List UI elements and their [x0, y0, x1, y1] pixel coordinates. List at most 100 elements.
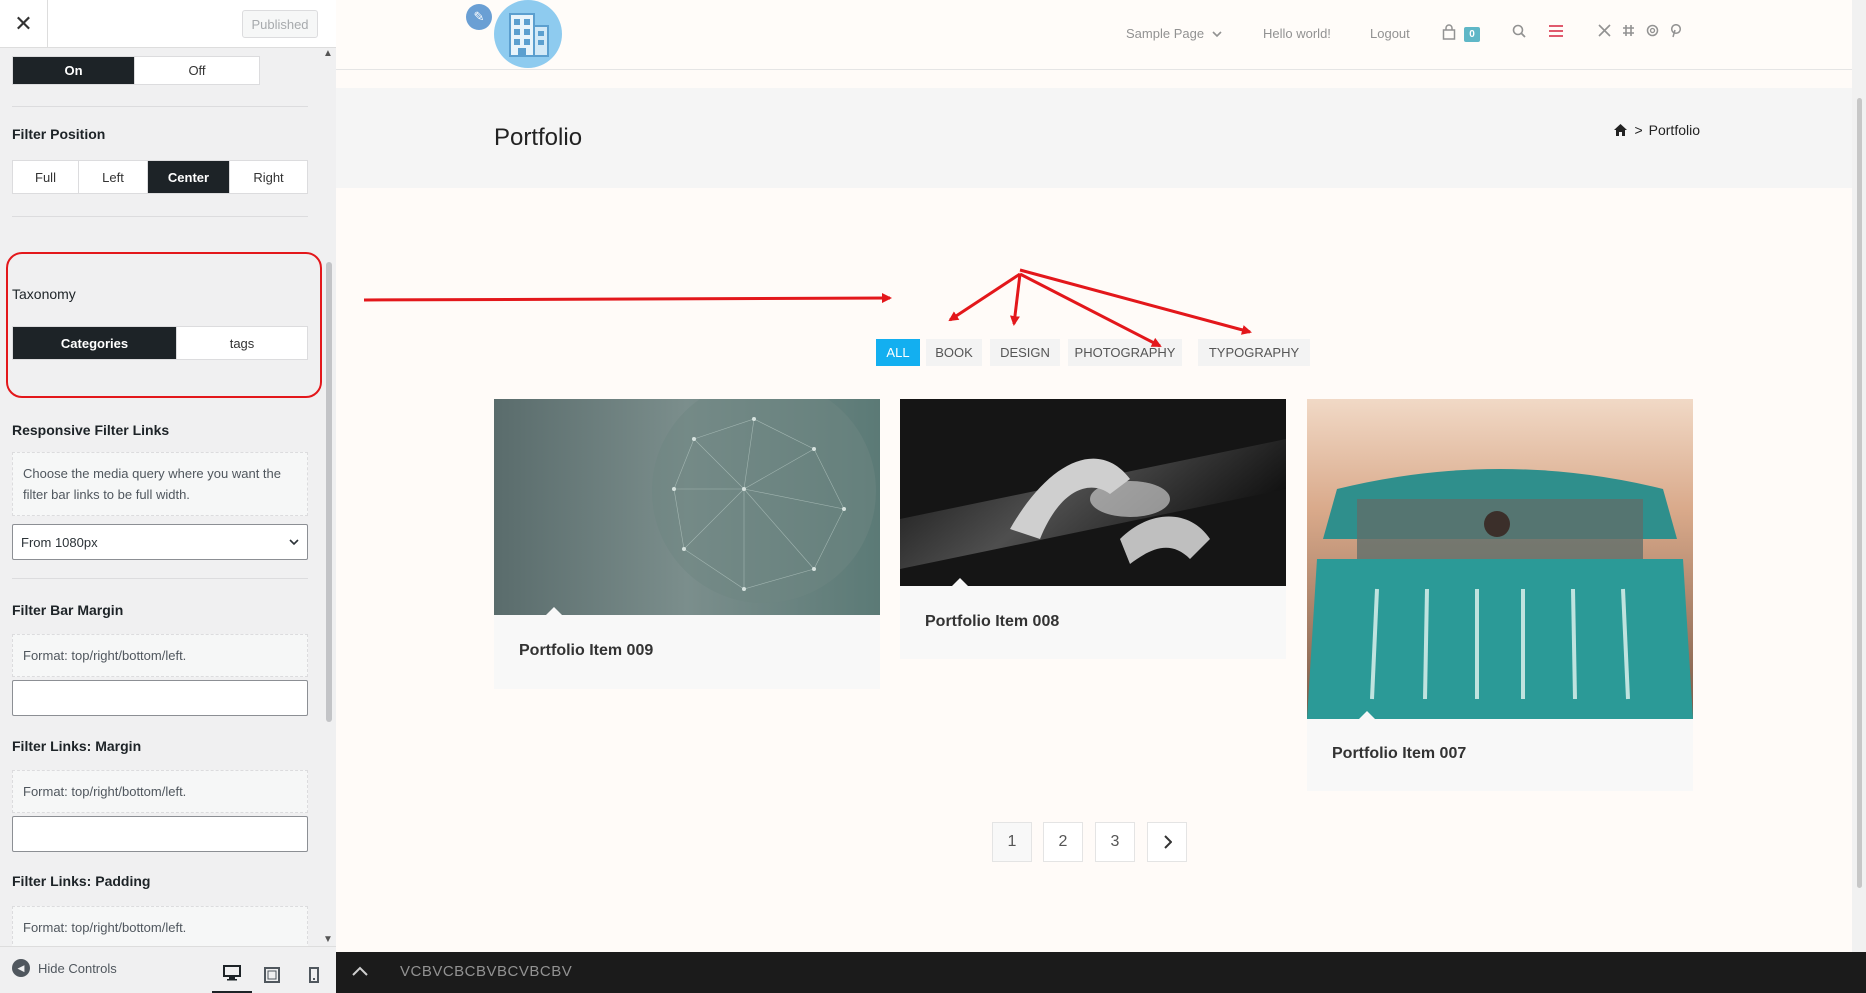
filter-bar-margin-description: Format: top/right/bottom/left. [12, 634, 308, 677]
device-desktop-button[interactable] [212, 955, 252, 993]
panel-header: ✕ Published [0, 0, 336, 48]
media-query-select[interactable]: From 1080px [12, 524, 308, 560]
hands-light-image [900, 399, 1286, 586]
nav-sample-page[interactable]: Sample Page [1126, 26, 1222, 41]
site-preview: ✎ Sample Page Hello world! Logout 0 Port… [336, 0, 1866, 993]
filter-position-center[interactable]: Center [148, 161, 230, 193]
bottom-bar-text: VCBVCBCBVBCVBCBV [400, 963, 573, 980]
filter-position-label: Filter Position [12, 126, 106, 142]
chevron-right-icon [1163, 835, 1172, 849]
close-customizer-button[interactable]: ✕ [0, 0, 48, 48]
portfolio-item-007-image[interactable] [1307, 399, 1693, 719]
cart-button[interactable] [1442, 24, 1456, 45]
chevron-down-icon [289, 539, 299, 546]
filter-typography[interactable]: TYPOGRAPHY [1198, 339, 1310, 366]
portfolio-card[interactable]: Portfolio Item 009 [494, 399, 880, 689]
pinterest-link[interactable] [1670, 23, 1682, 43]
page-2-link[interactable]: 2 [1043, 822, 1083, 862]
published-button[interactable]: Published [242, 10, 318, 38]
filter-design[interactable]: DESIGN [990, 339, 1060, 366]
x-twitter-icon [1598, 24, 1611, 37]
filter-all[interactable]: ALL [876, 339, 920, 366]
threads-icon [1646, 24, 1659, 37]
filter-book[interactable]: BOOK [926, 339, 982, 366]
x-twitter-link[interactable] [1598, 24, 1611, 42]
tablet-icon [264, 966, 280, 983]
panel-footer: ◀ Hide Controls [0, 946, 336, 993]
next-page-link[interactable] [1147, 822, 1187, 862]
search-button[interactable] [1512, 24, 1526, 43]
responsive-filter-links-label: Responsive Filter Links [12, 422, 170, 438]
desktop-icon [223, 965, 241, 981]
page-header: Portfolio > Portfolio [336, 88, 1852, 188]
slack-icon [1623, 25, 1634, 36]
nav-logout[interactable]: Logout [1370, 26, 1410, 41]
device-mobile-button[interactable] [294, 955, 334, 993]
filter-position-left[interactable]: Left [79, 161, 148, 193]
portfolio-item-title[interactable]: Portfolio Item 009 [519, 642, 653, 660]
globe-network-image [494, 399, 880, 615]
chevron-down-icon [1212, 31, 1222, 38]
portfolio-item-008-image[interactable] [900, 399, 1286, 586]
breadcrumb-separator: > [1634, 122, 1643, 138]
breadcrumb: > Portfolio [1613, 122, 1700, 138]
scroll-down-arrow-icon[interactable]: ▼ [323, 934, 333, 945]
mobile-icon [309, 966, 319, 983]
portfolio-item-title[interactable]: Portfolio Item 008 [925, 613, 1059, 631]
panel-controls: On Off Filter Position Full Left Center … [0, 48, 322, 946]
filter-position-group: Full Left Center Right [12, 160, 308, 194]
card-caret [546, 607, 562, 615]
nav-hello-world[interactable]: Hello world! [1263, 26, 1331, 41]
site-header: ✎ Sample Page Hello world! Logout 0 [336, 0, 1852, 70]
menu-button[interactable] [1548, 24, 1564, 43]
device-tablet-button[interactable] [252, 955, 292, 993]
responsive-filter-links-description: Choose the media query where you want th… [12, 452, 308, 516]
home-icon[interactable] [1613, 123, 1628, 137]
page-3-link[interactable]: 3 [1095, 822, 1135, 862]
portfolio-item-title[interactable]: Portfolio Item 007 [1332, 745, 1466, 763]
divider [12, 106, 308, 107]
toggle-on-button[interactable]: On [13, 57, 135, 84]
card-caret [1359, 711, 1375, 719]
filter-links-margin-input[interactable] [12, 816, 308, 852]
pinterest-icon [1670, 23, 1682, 38]
filter-photography[interactable]: PHOTOGRAPHY [1068, 339, 1182, 366]
panel-scroll-thumb[interactable] [326, 262, 332, 722]
filter-links-padding-description: Format: top/right/bottom/left. [12, 906, 308, 946]
cart-count-badge: 0 [1464, 27, 1480, 42]
customizer-panel: ✕ Published On Off Filter Position Full … [0, 0, 336, 993]
bottom-bar: VCBVCBCBVBCVBCBV [336, 952, 1866, 993]
threads-link[interactable] [1646, 24, 1659, 42]
building-logo-icon [494, 0, 562, 68]
page-1-link[interactable]: 1 [992, 822, 1032, 862]
divider [12, 216, 308, 217]
search-icon [1512, 24, 1526, 38]
portfolio-card[interactable]: Portfolio Item 007 [1307, 399, 1693, 791]
vintage-car-image [1307, 399, 1693, 719]
collapse-icon: ◀ [12, 959, 30, 977]
slack-link[interactable] [1622, 24, 1635, 42]
portfolio-item-009-image[interactable] [494, 399, 880, 615]
hide-controls-button[interactable]: ◀ Hide Controls [12, 959, 117, 977]
toggle-off-button[interactable]: Off [135, 57, 259, 84]
edit-pencil-icon[interactable]: ✎ [466, 4, 492, 30]
scroll-up-arrow-icon[interactable]: ▲ [323, 48, 333, 59]
portfolio-card[interactable]: Portfolio Item 008 [900, 399, 1286, 659]
preview-scroll-thumb[interactable] [1857, 98, 1862, 888]
breadcrumb-current: Portfolio [1648, 122, 1700, 138]
page-title: Portfolio [494, 124, 583, 151]
filter-links-margin-description: Format: top/right/bottom/left. [12, 770, 308, 813]
chevron-up-icon[interactable] [352, 966, 368, 976]
filter-links-padding-label: Filter Links: Padding [12, 873, 151, 889]
card-caret [952, 578, 968, 586]
filter-bar-margin-label: Filter Bar Margin [12, 602, 124, 618]
filter-position-right[interactable]: Right [230, 161, 307, 193]
filter-position-full[interactable]: Full [13, 161, 79, 193]
divider [12, 578, 308, 579]
site-logo[interactable] [494, 0, 562, 70]
on-off-toggle: On Off [12, 56, 260, 85]
hide-controls-label: Hide Controls [38, 960, 117, 976]
filter-bar-margin-input[interactable] [12, 680, 308, 716]
shopping-bag-icon [1442, 24, 1456, 40]
nav-sample-page-label: Sample Page [1126, 26, 1205, 41]
